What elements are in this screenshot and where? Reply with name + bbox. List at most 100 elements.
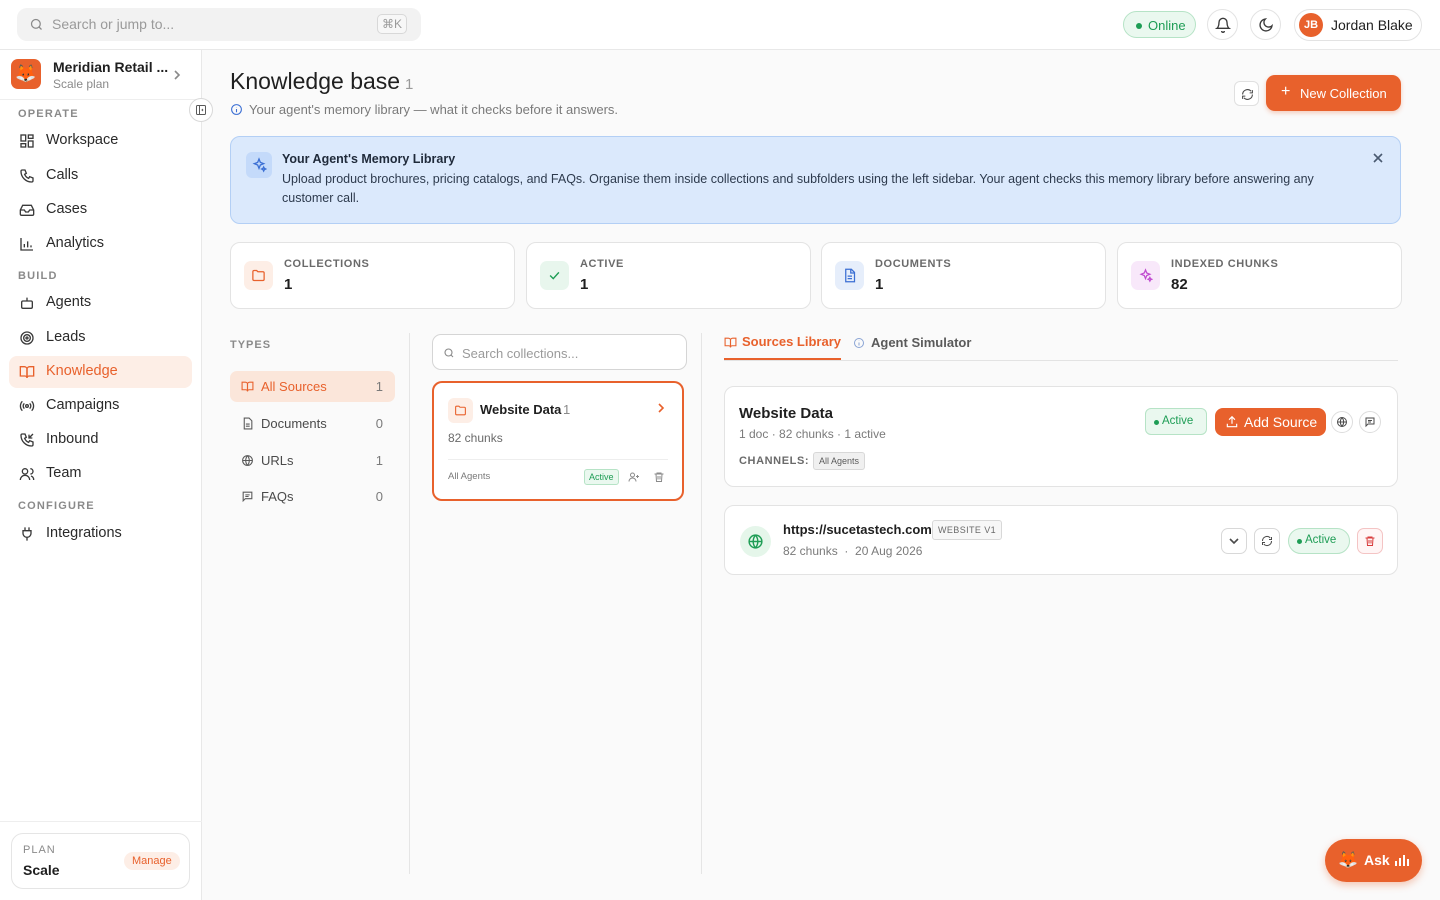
sidebar-item-workspace[interactable]: Workspace (9, 125, 192, 157)
add-source-button[interactable]: Add Source (1215, 408, 1326, 436)
close-icon[interactable] (1372, 152, 1384, 164)
new-collection-button[interactable]: + New Collection (1266, 75, 1401, 111)
folder-icon (448, 398, 473, 423)
tab-label: Agent Simulator (871, 335, 972, 350)
sidebar-item-agents[interactable]: Agents (9, 287, 192, 319)
expand-source-button[interactable] (1221, 528, 1247, 554)
manage-plan-button[interactable]: Manage (124, 852, 180, 870)
type-filter-urls[interactable]: URLs 1 (230, 445, 395, 476)
search-icon (29, 17, 44, 32)
trash-icon[interactable] (653, 471, 665, 483)
type-label: URLs (261, 453, 294, 468)
faq-button[interactable] (1359, 411, 1381, 433)
collection-title: Website Data (739, 405, 833, 422)
status-badge: Online (1123, 11, 1196, 38)
resync-source-button[interactable] (1254, 528, 1280, 554)
collection-card[interactable]: Website Data 1 82 chunks All Agents Acti… (432, 381, 684, 501)
plan-card: PLAN Scale Manage (11, 833, 190, 889)
inbox-icon (19, 204, 35, 216)
refresh-icon (1261, 535, 1273, 547)
source-type-badge: WEBSITE V1 (932, 520, 1003, 540)
type-label: FAQs (261, 489, 294, 504)
tab-sources-library[interactable]: Sources Library (724, 334, 841, 360)
sidebar-item-cases[interactable]: Cases (9, 194, 192, 226)
audio-bars-icon (1395, 855, 1409, 866)
chevron-right-icon[interactable] (656, 402, 666, 414)
status-toggle[interactable]: Active (1288, 528, 1350, 554)
global-search[interactable]: Search or jump to... ⌘K (17, 8, 421, 41)
bot-icon (21, 297, 33, 309)
collection-chunks: 82 chunks (448, 431, 503, 445)
user-menu-button[interactable]: JB Jordan Blake (1294, 9, 1422, 41)
sidebar-item-label: Calls (46, 167, 79, 183)
theme-toggle-button[interactable] (1250, 9, 1281, 40)
fox-logo-icon: 🦊 (11, 59, 41, 89)
collection-search-placeholder: Search collections... (462, 346, 579, 361)
banner-text: Upload product brochures, pricing catalo… (282, 172, 1314, 205)
sidebar-item-label: Agents (46, 294, 92, 310)
phone-incoming-icon (20, 433, 34, 447)
sparkles-icon (1131, 261, 1160, 290)
top-bar: Search or jump to... ⌘K Online JB Jordan… (0, 0, 1440, 50)
grid-icon (20, 134, 34, 148)
stat-card-collections: COLLECTIONS 1 (230, 242, 515, 309)
search-placeholder: Search or jump to... (52, 16, 175, 32)
type-label: All Sources (261, 379, 327, 394)
org-switcher[interactable]: 🦊 Meridian Retail ... Scale plan (0, 50, 202, 100)
status-badge: Active (584, 469, 619, 485)
stat-value: 1 (284, 276, 293, 293)
source-row: https://sucetastech.com WEBSITE V1 82 ch… (724, 505, 1398, 575)
globe-icon (242, 455, 253, 466)
info-icon (854, 338, 864, 348)
add-source-label: Add Source (1244, 414, 1318, 430)
sidebar-item-label: Team (46, 465, 82, 481)
delete-source-button[interactable] (1357, 528, 1383, 554)
sidebar-item-knowledge[interactable]: Knowledge (9, 356, 192, 388)
sidebar-item-analytics[interactable]: Analytics (9, 228, 192, 260)
sidebar-item-inbound[interactable]: Inbound (9, 424, 192, 456)
sidebar-item-team[interactable]: Team (9, 458, 192, 490)
source-chunks: 82 chunks (783, 544, 838, 558)
type-filter-faqs[interactable]: FAQs 0 (230, 481, 395, 512)
info-banner: Your Agent's Memory Library Upload produ… (230, 136, 1401, 224)
collection-search-input[interactable]: Search collections... (432, 334, 687, 370)
tab-agent-simulator[interactable]: Agent Simulator (853, 335, 971, 350)
sidebar-item-label: Cases (46, 201, 88, 217)
type-count: 1 (375, 453, 383, 468)
new-collection-label: New Collection (1300, 86, 1387, 101)
notifications-button[interactable] (1207, 9, 1238, 40)
type-count: 1 (375, 379, 383, 394)
collection-name: Website Data (480, 402, 562, 417)
tab-label: Sources Library (742, 334, 841, 349)
stat-value: 1 (580, 276, 589, 293)
folder-icon (244, 261, 273, 290)
sidebar-item-leads[interactable]: Leads (9, 322, 192, 354)
stat-value: 1 (875, 276, 884, 293)
sidebar-item-calls[interactable]: Calls (9, 160, 192, 192)
chevron-right-icon (172, 69, 182, 81)
source-date: 20 Aug 2026 (855, 544, 923, 558)
divider (724, 360, 1398, 361)
sidebar-item-label: Leads (46, 329, 86, 345)
page-title-count: 1 (405, 76, 414, 93)
type-filter-all-sources[interactable]: All Sources 1 (230, 371, 395, 402)
refresh-button[interactable] (1234, 81, 1259, 106)
assign-agent-icon[interactable] (628, 471, 640, 483)
divider (409, 333, 410, 874)
sidebar: 🦊 Meridian Retail ... Scale plan OPERATE… (0, 50, 202, 900)
divider (448, 459, 668, 460)
collection-detail-card: Website Data 1 doc · 82 chunks · 1 activ… (724, 386, 1398, 487)
ask-assistant-button[interactable]: 🦊 Ask (1325, 839, 1422, 882)
globe-button[interactable] (1331, 411, 1353, 433)
sidebar-item-integrations[interactable]: Integrations (9, 518, 192, 550)
source-url[interactable]: https://sucetastech.com (783, 522, 932, 537)
book-icon (241, 381, 254, 392)
document-icon (243, 417, 253, 430)
section-operate: OPERATE (18, 108, 79, 120)
type-filter-documents[interactable]: Documents 0 (230, 408, 395, 439)
collapse-sidebar-button[interactable] (189, 98, 213, 122)
divider (701, 333, 702, 874)
source-meta: 82 chunks · 20 Aug 2026 (783, 544, 922, 558)
ask-label: Ask (1364, 852, 1390, 868)
sidebar-item-campaigns[interactable]: Campaigns (9, 390, 192, 422)
